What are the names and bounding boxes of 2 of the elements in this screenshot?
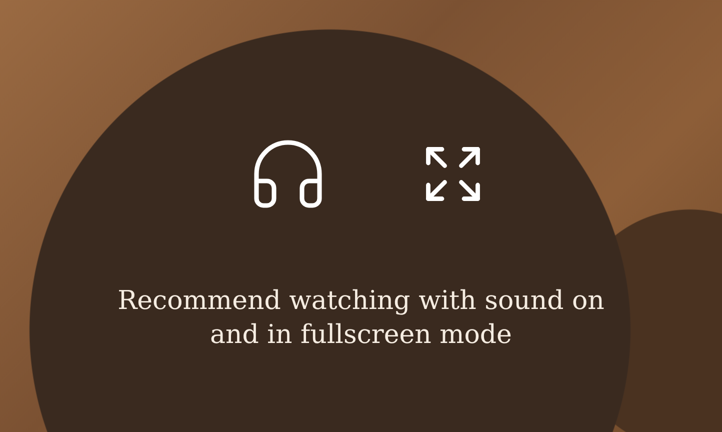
message-text: and in fullscreen mode (210, 319, 512, 352)
message-text: Recommend watching with sound on (118, 285, 604, 318)
